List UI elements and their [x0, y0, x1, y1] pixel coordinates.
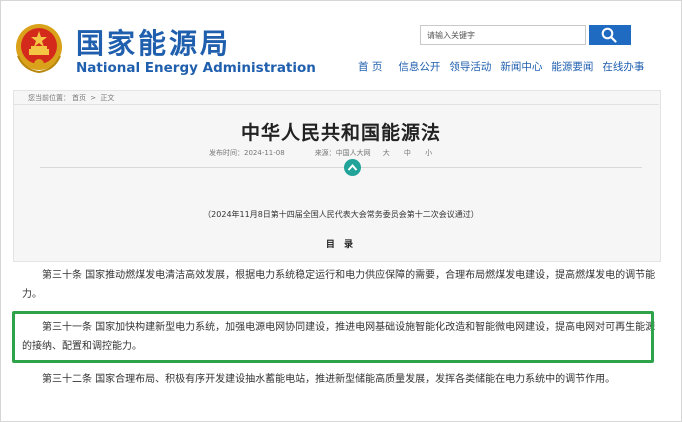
breadcrumb: 您当前位置： 首页 > 正文: [28, 93, 116, 103]
breadcrumb-current: 正文: [100, 94, 115, 102]
breadcrumb-prefix: 您当前位置：: [28, 94, 70, 102]
nav-info-disclosure[interactable]: 信息公开: [398, 59, 440, 74]
nav-home[interactable]: 首 页: [358, 59, 382, 74]
meta-divider: [40, 167, 642, 168]
nav-online-services[interactable]: 在线办事: [602, 59, 644, 74]
nav-news-center[interactable]: 新闻中心: [500, 59, 542, 74]
paragraph-text: 第三十二条 国家合理布局、积极有序开发建设抽水蓄能电站，推进新型储能高质量发展，…: [42, 374, 616, 385]
breadcrumb-separator: >: [88, 94, 99, 102]
expand-toggle-button[interactable]: [344, 159, 361, 176]
breadcrumb-home-link[interactable]: 首页: [72, 94, 86, 102]
publish-date: 2024-11-08: [244, 149, 285, 157]
highlight-box: [12, 311, 654, 363]
toc-heading: 目 录: [325, 240, 357, 250]
main-nav: 首 页 信息公开 领导活动 新闻中心 能源要闻 在线办事: [358, 59, 653, 74]
source-label: 来源：: [314, 149, 336, 157]
font-size-options[interactable]: 大 中 小: [383, 149, 438, 157]
article-paragraph: 第三十二条 国家合理布局、积极有序开发建设抽水蓄能电站，推进新型储能高质量发展，…: [22, 370, 662, 389]
search-input[interactable]: [420, 25, 586, 45]
chevron-up-icon: [347, 163, 358, 171]
source-value: 中国人大网: [335, 149, 371, 157]
nav-leadership[interactable]: 领导活动: [449, 59, 491, 74]
article-meta: 发布时间：2024-11-08 来源：中国人大网 大 中 小: [209, 148, 438, 158]
paragraph-text: 第三十条 国家推动燃煤发电清洁高效发展，根据电力系统稳定运行和电力供应保障的需要…: [22, 270, 656, 300]
nav-energy-news[interactable]: 能源要闻: [551, 59, 593, 74]
search-button[interactable]: [589, 25, 631, 45]
adoption-note: （2024年11月8日第十四届全国人民代表大会常务委员会第十二次会议通过）: [203, 210, 479, 219]
site-title-cn[interactable]: 国家能源局: [76, 22, 231, 62]
breadcrumb-divider: [14, 104, 659, 105]
publish-label: 发布时间：: [209, 149, 244, 157]
search-icon: [601, 27, 617, 43]
article-paragraph: 第三十条 国家推动燃煤发电清洁高效发展，根据电力系统稳定运行和电力供应保障的需要…: [22, 266, 662, 304]
site-title-en[interactable]: National Energy Administration: [76, 60, 316, 76]
national-emblem-icon: [16, 24, 62, 74]
article-title: 中华人民共和国能源法: [240, 122, 441, 144]
